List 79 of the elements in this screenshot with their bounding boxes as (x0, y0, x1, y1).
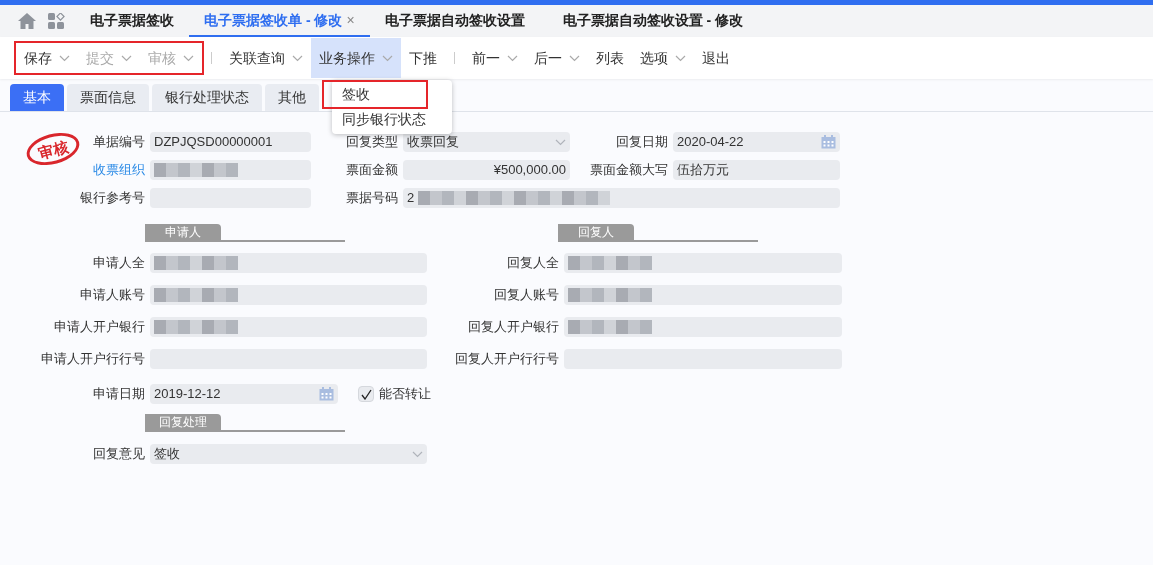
chevron-down-icon (59, 54, 70, 62)
checkbox-label: 能否转让 (379, 385, 431, 404)
form-tab[interactable]: 银行处理状态 (152, 84, 262, 111)
page-tab[interactable]: 电子票据自动签收设置 (369, 5, 540, 37)
field-label[interactable]: 收票组织 (93, 160, 145, 180)
home-icon[interactable] (18, 13, 36, 29)
field-label: 票面金额大写 (590, 161, 668, 180)
section-header: 申请人 (145, 224, 345, 242)
chevron-down-icon (292, 54, 303, 62)
section-header: 回复处理 (145, 414, 345, 432)
chevron-down-icon (412, 450, 423, 458)
toolbar-button[interactable]: 前一 (464, 38, 526, 78)
menu-item[interactable]: 签收 (324, 82, 426, 107)
select-field[interactable]: 收票回复 (403, 132, 570, 152)
checkbox[interactable] (358, 386, 374, 402)
field-value: 收票回复 (407, 133, 459, 152)
chevron-down-icon (382, 54, 393, 62)
calendar-icon[interactable] (319, 387, 334, 401)
toolbar-button[interactable]: 关联查询 (221, 38, 311, 78)
toolbar-button[interactable]: 保存 (16, 38, 78, 78)
field-label: 回复人开户银行 (468, 318, 559, 337)
chevron-down-icon (507, 54, 518, 62)
menu-item[interactable]: 同步银行状态 (332, 107, 452, 132)
field-label: 回复人全 (507, 254, 559, 273)
field-value: 签收 (154, 445, 180, 464)
field-value: 2019-12-12 (154, 385, 221, 404)
field-label: 申请人账号 (80, 286, 145, 305)
field-label: 申请人全 (93, 254, 145, 273)
field-label: 回复人账号 (494, 286, 559, 305)
chevron-down-icon (121, 54, 132, 62)
field-label: 回复人开户行行号 (455, 350, 559, 369)
chevron-down-icon (569, 54, 580, 62)
input-field[interactable]: 2 (403, 188, 840, 208)
toolbar-button[interactable]: 下推 (401, 38, 445, 78)
input-field[interactable] (564, 317, 842, 337)
section-header: 回复人 (558, 224, 758, 242)
field-label: 回复日期 (616, 133, 668, 152)
form-tab[interactable]: 其他 (265, 84, 319, 111)
toolbar-button[interactable]: 列表 (588, 38, 632, 78)
input-field[interactable] (150, 253, 427, 273)
input-field[interactable] (150, 285, 427, 305)
chevron-down-icon (675, 54, 686, 62)
input-field[interactable] (150, 317, 427, 337)
toolbar-button[interactable]: 退出 (694, 38, 738, 78)
form-tab[interactable]: 票面信息 (67, 84, 149, 111)
input-field[interactable] (150, 160, 311, 180)
field-label: 单据编号 (93, 133, 145, 152)
field-value: ¥500,000.00 (493, 161, 566, 180)
input-field[interactable]: DZPJQSD00000001 (150, 132, 311, 152)
calendar-icon[interactable] (821, 135, 836, 149)
select-field[interactable]: 签收 (150, 444, 427, 464)
toolbar-button[interactable]: 选项 (632, 38, 694, 78)
field-value: 2020-04-22 (677, 133, 744, 152)
field-label: 回复类型 (346, 133, 398, 152)
field-label: 申请人开户行行号 (41, 350, 145, 369)
date-field[interactable]: 2019-12-12 (150, 384, 338, 404)
chevron-down-icon (555, 138, 566, 146)
toolbar-button[interactable]: 业务操作 (311, 38, 401, 78)
field-label: 票据号码 (346, 189, 398, 208)
input-field[interactable]: 伍拾万元 (673, 160, 840, 180)
field-label: 回复意见 (93, 445, 145, 464)
page-tab[interactable]: 电子票据自动签收设置 - 修改 (547, 5, 759, 37)
field-label: 票面金额 (346, 161, 398, 180)
date-field[interactable]: 2020-04-22 (673, 132, 840, 152)
input-field[interactable] (564, 285, 842, 305)
field-value: 伍拾万元 (677, 161, 729, 180)
field-label: 申请人开户银行 (54, 318, 145, 337)
input-field[interactable] (564, 253, 842, 273)
field-label: 银行参考号 (80, 189, 145, 208)
toolbar-button[interactable]: 后一 (526, 38, 588, 78)
field-value: DZPJQSD00000001 (154, 133, 273, 152)
input-field[interactable]: ¥500,000.00 (403, 160, 570, 180)
page-tab[interactable]: 电子票据签收 (75, 5, 189, 37)
chevron-down-icon (183, 54, 194, 62)
form-tab[interactable]: 基本 (10, 84, 64, 111)
apps-icon[interactable] (48, 12, 65, 30)
field-value: 2 (407, 189, 415, 208)
field-label: 申请日期 (93, 385, 145, 404)
check-icon (360, 388, 372, 400)
